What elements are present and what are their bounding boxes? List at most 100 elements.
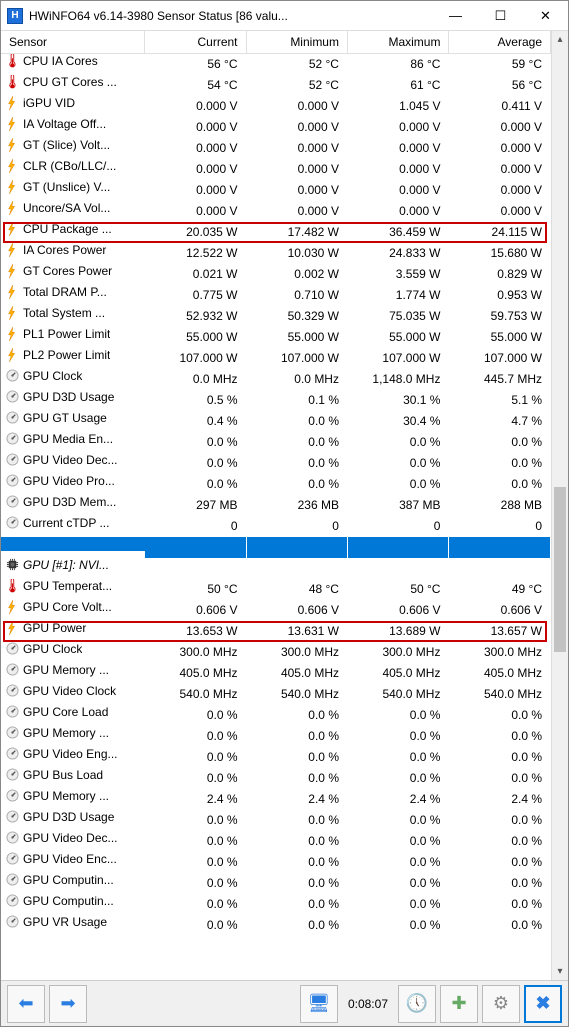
table-row[interactable]: GPU [#1]: NVI... — [1, 558, 551, 579]
sensor-cell[interactable]: IA Cores Power — [1, 243, 145, 257]
sensor-cell[interactable]: GT Cores Power — [1, 264, 145, 278]
table-row[interactable]: Current cTDP ...0000 — [1, 516, 551, 537]
table-row[interactable]: CPU Package ...20.035 W17.482 W36.459 W2… — [1, 222, 551, 243]
table-row[interactable]: GPU Video Clock540.0 MHz540.0 MHz540.0 M… — [1, 684, 551, 705]
sensor-cell[interactable]: GPU Video Pro... — [1, 474, 145, 488]
table-row[interactable]: CPU GT Cores ...54 °C52 °C61 °C56 °C — [1, 75, 551, 96]
sensor-cell[interactable]: PL2 Power Limit — [1, 348, 145, 362]
col-minimum[interactable]: Minimum — [246, 31, 347, 54]
table-row[interactable]: GPU D3D Usage0.5 %0.1 %30.1 %5.1 % — [1, 390, 551, 411]
sensor-cell[interactable]: GPU Video Dec... — [1, 453, 145, 467]
expand-left-button[interactable]: ⬅ — [7, 985, 45, 1023]
sensor-cell[interactable]: PL1 Power Limit — [1, 327, 145, 341]
sensor-cell[interactable]: GPU Video Enc... — [1, 852, 145, 866]
table-row[interactable]: GPU Computin...0.0 %0.0 %0.0 %0.0 % — [1, 873, 551, 894]
table-row[interactable]: GPU Memory ...0.0 %0.0 %0.0 %0.0 % — [1, 726, 551, 747]
table-row[interactable]: CPU IA Cores56 °C52 °C86 °C59 °C — [1, 54, 551, 75]
table-row[interactable]: GPU Video Eng...0.0 %0.0 %0.0 %0.0 % — [1, 747, 551, 768]
table-row[interactable]: GPU Power13.653 W13.631 W13.689 W13.657 … — [1, 621, 551, 642]
vertical-scrollbar[interactable]: ▴ ▾ — [551, 31, 568, 980]
network-button[interactable]: 🖥 — [300, 985, 338, 1023]
table-row[interactable]: GPU Clock0.0 MHz0.0 MHz1,148.0 MHz445.7 … — [1, 369, 551, 390]
table-row[interactable]: GPU Core Volt...0.606 V0.606 V0.606 V0.6… — [1, 600, 551, 621]
sensor-cell[interactable]: GT (Unslice) V... — [1, 180, 145, 194]
table-row[interactable]: GPU Video Enc...0.0 %0.0 %0.0 %0.0 % — [1, 852, 551, 873]
col-average[interactable]: Average — [449, 31, 551, 54]
sensor-cell[interactable]: GPU D3D Usage — [1, 390, 145, 404]
sensor-cell[interactable]: GPU D3D Mem... — [1, 495, 145, 509]
sensor-cell[interactable]: GPU Core Load — [1, 705, 145, 719]
sensor-cell[interactable]: GPU Bus Load — [1, 768, 145, 782]
table-row[interactable]: Total System ...52.932 W50.329 W75.035 W… — [1, 306, 551, 327]
clock-button[interactable]: 🕔 — [398, 985, 436, 1023]
table-row[interactable]: IA Voltage Off...0.000 V0.000 V0.000 V0.… — [1, 117, 551, 138]
table-row[interactable]: GT Cores Power0.021 W0.002 W3.559 W0.829… — [1, 264, 551, 285]
sensor-cell[interactable]: GPU Memory ... — [1, 663, 145, 677]
scroll-thumb[interactable] — [554, 487, 566, 652]
table-row[interactable]: GPU Video Pro...0.0 %0.0 %0.0 %0.0 % — [1, 474, 551, 495]
sensor-cell[interactable]: GT (Slice) Volt... — [1, 138, 145, 152]
sensor-cell[interactable]: GPU Core Volt... — [1, 600, 145, 614]
sensor-cell[interactable]: GPU Memory ... — [1, 726, 145, 740]
sensor-cell[interactable]: GPU VR Usage — [1, 915, 145, 929]
table-row[interactable]: GPU D3D Usage0.0 %0.0 %0.0 %0.0 % — [1, 810, 551, 831]
table-row[interactable]: GT (Slice) Volt...0.000 V0.000 V0.000 V0… — [1, 138, 551, 159]
sensor-cell[interactable]: CLR (CBo/LLC/... — [1, 159, 145, 173]
table-row[interactable]: GPU GT Usage0.4 %0.0 %30.4 %4.7 % — [1, 411, 551, 432]
sensor-cell[interactable]: GPU Temperat... — [1, 579, 145, 593]
scroll-up-icon[interactable]: ▴ — [552, 31, 568, 48]
sensor-cell[interactable]: Total DRAM P... — [1, 285, 145, 299]
table-row[interactable]: PL2 Power Limit107.000 W107.000 W107.000… — [1, 348, 551, 369]
table-row[interactable]: GPU Computin...0.0 %0.0 %0.0 %0.0 % — [1, 894, 551, 915]
close-button[interactable]: ✕ — [523, 1, 568, 31]
sensor-cell[interactable]: GPU Media En... — [1, 432, 145, 446]
table-row[interactable]: GPU VR Usage0.0 %0.0 %0.0 %0.0 % — [1, 915, 551, 936]
log-button[interactable]: ✚ — [440, 985, 478, 1023]
minimize-button[interactable]: — — [433, 1, 478, 31]
sensor-cell[interactable] — [1, 537, 145, 551]
sensor-cell[interactable]: CPU IA Cores — [1, 54, 145, 68]
table-row[interactable]: GPU Temperat...50 °C48 °C50 °C49 °C — [1, 579, 551, 600]
scroll-track[interactable] — [552, 48, 568, 963]
table-row[interactable]: GPU Memory ...2.4 %2.4 %2.4 %2.4 % — [1, 789, 551, 810]
settings-button[interactable]: ⚙ — [482, 985, 520, 1023]
table-row[interactable]: GPU Video Dec...0.0 %0.0 %0.0 %0.0 % — [1, 453, 551, 474]
sensor-cell[interactable]: GPU Video Clock — [1, 684, 145, 698]
scroll-down-icon[interactable]: ▾ — [552, 963, 568, 980]
table-row[interactable]: GPU Clock300.0 MHz300.0 MHz300.0 MHz300.… — [1, 642, 551, 663]
table-row[interactable]: PL1 Power Limit55.000 W55.000 W55.000 W5… — [1, 327, 551, 348]
table-row[interactable]: GPU Video Dec...0.0 %0.0 %0.0 %0.0 % — [1, 831, 551, 852]
sensor-cell[interactable]: GPU Clock — [1, 642, 145, 656]
col-current[interactable]: Current — [145, 31, 246, 54]
sensor-cell[interactable]: GPU Video Dec... — [1, 831, 145, 845]
table-row[interactable]: GPU D3D Mem...297 MB236 MB387 MB288 MB — [1, 495, 551, 516]
table-row[interactable]: CLR (CBo/LLC/...0.000 V0.000 V0.000 V0.0… — [1, 159, 551, 180]
sensor-cell[interactable]: iGPU VID — [1, 96, 145, 110]
table-row[interactable] — [1, 537, 551, 558]
close-sensor-button[interactable]: ✖ — [524, 985, 562, 1023]
sensor-cell[interactable]: Uncore/SA Vol... — [1, 201, 145, 215]
sensor-cell[interactable]: GPU [#1]: NVI... — [1, 558, 145, 572]
sensor-cell[interactable]: CPU GT Cores ... — [1, 75, 145, 89]
table-row[interactable]: GT (Unslice) V...0.000 V0.000 V0.000 V0.… — [1, 180, 551, 201]
maximize-button[interactable]: ☐ — [478, 1, 523, 31]
sensor-cell[interactable]: GPU GT Usage — [1, 411, 145, 425]
col-sensor[interactable]: Sensor — [1, 31, 145, 54]
sensor-cell[interactable]: GPU Computin... — [1, 894, 145, 908]
table-row[interactable]: GPU Bus Load0.0 %0.0 %0.0 %0.0 % — [1, 768, 551, 789]
sensor-cell[interactable]: Current cTDP ... — [1, 516, 145, 530]
sensor-cell[interactable]: GPU Memory ... — [1, 789, 145, 803]
sensor-cell[interactable]: GPU Computin... — [1, 873, 145, 887]
sensor-cell[interactable]: IA Voltage Off... — [1, 117, 145, 131]
expand-right-button[interactable]: ➡ — [49, 985, 87, 1023]
table-row[interactable]: iGPU VID0.000 V0.000 V1.045 V0.411 V — [1, 96, 551, 117]
sensor-cell[interactable]: GPU Video Eng... — [1, 747, 145, 761]
sensor-cell[interactable]: GPU Clock — [1, 369, 145, 383]
titlebar[interactable]: H HWiNFO64 v6.14-3980 Sensor Status [86 … — [1, 1, 568, 31]
table-row[interactable]: Total DRAM P...0.775 W0.710 W1.774 W0.95… — [1, 285, 551, 306]
col-maximum[interactable]: Maximum — [347, 31, 448, 54]
sensor-cell[interactable]: GPU Power — [1, 621, 145, 635]
table-row[interactable]: GPU Core Load0.0 %0.0 %0.0 %0.0 % — [1, 705, 551, 726]
table-row[interactable]: IA Cores Power12.522 W10.030 W24.833 W15… — [1, 243, 551, 264]
sensor-cell[interactable]: Total System ... — [1, 306, 145, 320]
